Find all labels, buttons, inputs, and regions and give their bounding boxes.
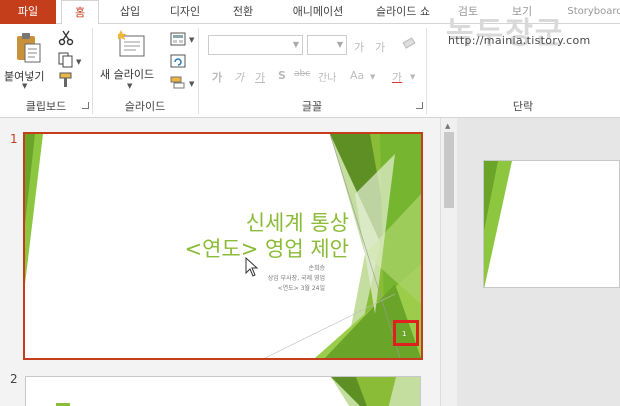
slide-number-label: 2 <box>10 372 18 386</box>
presenter-name: 손희승 <box>308 265 325 272</box>
presentation-date: <연도> 3월 24일 <box>277 285 325 292</box>
layout-icon[interactable] <box>170 32 186 46</box>
tab-design[interactable]: 디자인 <box>160 0 210 24</box>
slide-title-line-2: <연도> 영업 제안 <box>184 237 349 261</box>
scissors-icon[interactable] <box>58 30 74 46</box>
new-slide-button[interactable]: 새 슬라이드 <box>100 66 154 82</box>
clipboard-dialog-launcher-icon[interactable] <box>82 102 89 109</box>
section-dropdown-icon[interactable]: ▼ <box>189 80 194 88</box>
paste-dropdown-icon[interactable]: ▼ <box>22 82 27 90</box>
slide-title[interactable]: 신세계 통상 <연도> 영업 제안 <box>185 210 349 262</box>
slide-background-graphic <box>56 377 420 406</box>
slide-background-graphic <box>484 161 512 287</box>
tab-storyboard[interactable]: Storyboard <box>560 0 620 24</box>
change-case-button[interactable]: Aa <box>350 69 364 82</box>
tab-transitions[interactable]: 전환 <box>223 0 263 24</box>
thumbnail-scrollbar[interactable]: ▲ <box>440 118 457 406</box>
scrollbar-thumb[interactable] <box>444 132 454 208</box>
increase-font-size-button[interactable]: 가 <box>354 39 364 55</box>
tab-home[interactable]: 홈 <box>61 0 99 25</box>
font-color-dropdown-icon[interactable]: ▼ <box>410 73 415 81</box>
slide-subtitle[interactable]: 손희승 상임 부사장, 국제 영업 <연도> 3월 24일 <box>268 264 325 294</box>
font-name-combobox[interactable]: ▼ <box>208 35 303 55</box>
underline-button[interactable]: 가 <box>255 69 265 85</box>
bold-button[interactable]: 가 <box>212 69 222 85</box>
chevron-down-icon: ▼ <box>292 40 299 49</box>
copy-icon[interactable] <box>58 52 74 68</box>
slide-thumbnail-2[interactable] <box>25 376 421 406</box>
font-dialog-launcher-icon[interactable] <box>416 102 423 109</box>
new-slide-icon[interactable] <box>118 30 146 60</box>
change-case-dropdown-icon[interactable]: ▼ <box>370 73 375 81</box>
reset-slide-icon[interactable] <box>170 54 186 68</box>
character-spacing-button[interactable]: 간나 <box>318 69 336 84</box>
italic-button[interactable]: 가 <box>234 69 244 85</box>
font-color-button[interactable]: 가 <box>392 69 402 85</box>
scroll-up-icon[interactable]: ▲ <box>445 122 450 130</box>
clipboard-paste-icon[interactable] <box>14 32 42 64</box>
group-label-paragraph: 단락 <box>512 100 534 113</box>
section-icon[interactable] <box>170 76 186 90</box>
clear-formatting-icon[interactable] <box>401 37 417 51</box>
tab-insert[interactable]: 삽입 <box>110 0 150 24</box>
layout-dropdown-icon[interactable]: ▼ <box>189 36 194 44</box>
new-slide-dropdown-icon[interactable]: ▼ <box>127 82 132 90</box>
mouse-cursor-icon <box>245 257 259 277</box>
decrease-font-size-button[interactable]: 가 <box>375 39 385 55</box>
watermark-url: http://mainia.tistory.com <box>448 34 591 47</box>
tab-slideshow[interactable]: 슬라이드 쇼 <box>366 0 440 24</box>
slide-title-line-1: 신세계 통상 <box>245 211 349 235</box>
strikethrough-button[interactable]: abc <box>294 69 310 79</box>
slide-thumbnail-pane[interactable]: 1 신세계 통상 <연도> 영업 제안 손희승 상임 부사장, 국제 영업 <연… <box>0 118 440 406</box>
presenter-role: 상임 부사장, 국제 영업 <box>267 275 325 282</box>
tab-file[interactable]: 파일 <box>0 0 56 24</box>
chevron-down-icon: ▼ <box>336 40 343 49</box>
copy-dropdown-icon[interactable]: ▼ <box>76 58 81 66</box>
group-label-slides: 슬라이드 <box>124 100 166 113</box>
slide-number-label: 1 <box>10 132 18 146</box>
main-slide-canvas[interactable] <box>483 160 620 288</box>
font-size-combobox[interactable]: ▼ <box>307 35 347 55</box>
format-painter-icon[interactable] <box>58 72 74 88</box>
tab-animations[interactable]: 애니메이션 <box>277 0 359 24</box>
slide-number-placeholder: 1 <box>402 330 407 338</box>
slide-number-highlight: 1 <box>393 320 419 346</box>
slide-thumbnail-1[interactable]: 신세계 통상 <연도> 영업 제안 손희승 상임 부사장, 국제 영업 <연도>… <box>23 132 423 360</box>
group-label-font: 글꼴 <box>301 100 323 113</box>
shadow-button[interactable]: S <box>278 69 286 82</box>
group-label-clipboard: 클립보드 <box>25 100 67 113</box>
